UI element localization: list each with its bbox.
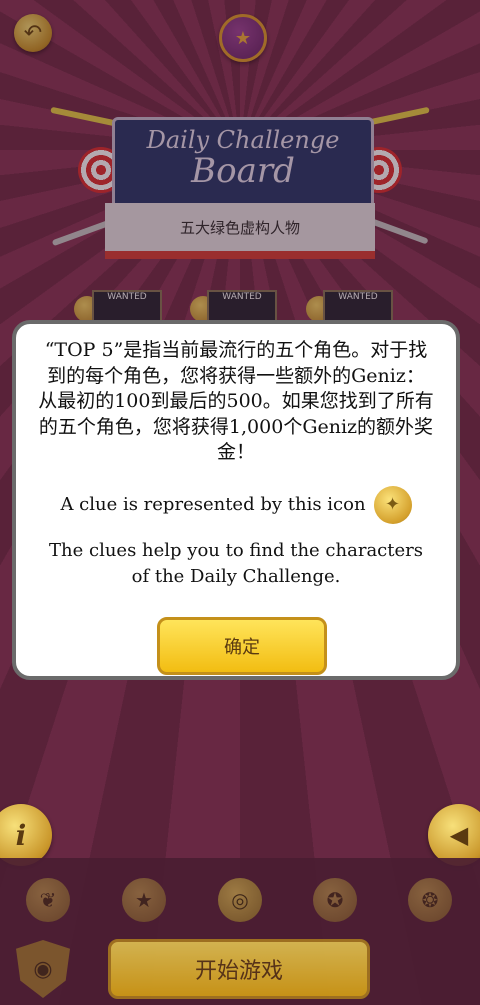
target-tab-icon: ◎ [231, 888, 249, 912]
info-icon: i [15, 818, 27, 852]
clue-text: A clue is represented by this icon [60, 494, 366, 515]
dialog-message: “TOP 5”是指当前最流行的五个角色。对于找到的每个角色，您将获得一些额外的G… [38, 339, 434, 463]
laurel-icon: ❦ [39, 888, 57, 912]
star-icon: ★ [135, 888, 153, 912]
trophy-icon: ❂ [421, 888, 439, 912]
tab-medal[interactable]: ✪ [313, 878, 357, 922]
start-game-button[interactable]: 开始游戏 [108, 939, 370, 999]
tab-laurel[interactable]: ❦ [26, 878, 70, 922]
medal-icon: ✪ [326, 888, 344, 912]
lightbulb-icon: ✦ [373, 485, 412, 524]
megaphone-icon: ◀ [449, 821, 469, 849]
ok-button[interactable]: 确定 [157, 617, 327, 675]
tab-target[interactable]: ◎ [218, 878, 262, 922]
eye-icon: ◉ [33, 956, 53, 982]
clue-line: A clue is represented by this icon ✦ [16, 485, 456, 524]
help-text: The clues help you to find the character… [49, 539, 423, 587]
tab-star[interactable]: ★ [122, 878, 166, 922]
info-dialog: “TOP 5”是指当前最流行的五个角色。对于找到的每个角色，您将获得一些额外的G… [12, 320, 460, 680]
tab-trophy[interactable]: ❂ [408, 878, 452, 922]
